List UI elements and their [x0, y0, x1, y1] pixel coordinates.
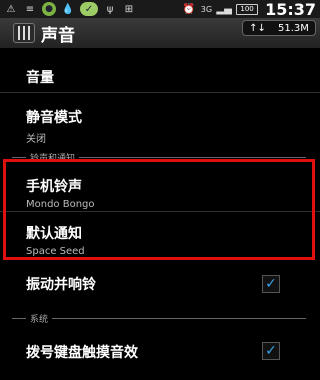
- dialpad-touch-sound-checkbox[interactable]: ✓: [262, 342, 280, 360]
- signal-indicator: 3G: [200, 4, 213, 14]
- network-speed-value: 51.3M: [278, 22, 309, 34]
- volume-setting[interactable]: 音量: [0, 57, 320, 93]
- battery-indicator: 100: [236, 3, 259, 15]
- network-arrows-icon: ↑↓: [249, 22, 266, 34]
- shield-plus-icon: ⊞: [124, 3, 134, 15]
- settings-sliders-icon: ≡: [25, 3, 35, 15]
- silent-mode-setting[interactable]: 静音模式 关闭: [0, 97, 320, 145]
- section-system-label: 系统: [30, 314, 49, 325]
- volume-label: 音量: [26, 70, 54, 86]
- status-bar: ⚠ ≡ ● 💧 ✓ ψ ⊞ ⏰ 3G ▂▄ 100 15:37: [0, 0, 320, 19]
- title-bar: 声音 ↑↓ 51.3M: [0, 18, 320, 48]
- drop-icon: 💧: [61, 3, 75, 15]
- usb-icon: ψ: [106, 3, 114, 15]
- highlight-box: [3, 159, 315, 260]
- page-title: 声音: [41, 25, 75, 46]
- silent-mode-value: 关闭: [26, 134, 46, 145]
- network-speed-badge: ↑↓ 51.3M: [242, 20, 316, 36]
- clock: 15:37: [265, 0, 316, 19]
- app-green-icon: ●: [42, 2, 56, 16]
- app-lime-icon: ✓: [80, 2, 98, 16]
- signal-icon: ▂▄: [216, 3, 232, 15]
- settings-sliders-icon: [13, 23, 35, 43]
- section-header-system: 系统: [0, 311, 320, 325]
- notification-icon: ⚠: [6, 3, 16, 15]
- vibrate-checkbox[interactable]: ✓: [262, 275, 280, 293]
- alarm-clock-icon: ⏰: [182, 3, 195, 15]
- silent-mode-label: 静音模式: [26, 110, 82, 126]
